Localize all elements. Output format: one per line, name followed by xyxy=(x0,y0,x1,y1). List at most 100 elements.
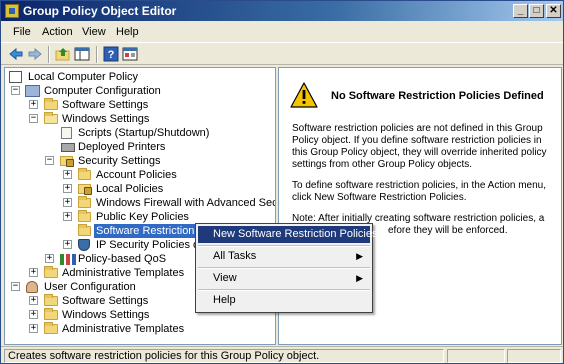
expand-toggle[interactable]: + xyxy=(29,268,38,277)
status-panel xyxy=(447,349,505,363)
maximize-button[interactable]: □ xyxy=(529,4,544,18)
tree-node-account-policies[interactable]: + Account Policies xyxy=(63,168,273,182)
folder-icon xyxy=(78,196,91,208)
tree-node-deployed-printers[interactable]: Deployed Printers xyxy=(61,140,271,154)
title-bar[interactable]: Group Policy Object Editor _ □ ✕ xyxy=(1,1,563,21)
menu-item-view[interactable]: View ▶ xyxy=(198,270,370,287)
gpo-app-icon xyxy=(5,4,19,18)
tree-node-local-policies[interactable]: + Local Policies xyxy=(63,182,273,196)
tree-node-user-administrative-templates[interactable]: + Administrative Templates xyxy=(29,322,269,336)
menu-view[interactable]: View xyxy=(82,26,106,38)
menu-item-all-tasks[interactable]: All Tasks ▶ xyxy=(198,248,370,265)
menu-item-label: Help xyxy=(213,294,236,306)
tree-label: Windows Settings xyxy=(62,309,150,321)
menu-item-new-software-restriction-policies[interactable]: New Software Restriction Policies xyxy=(198,226,377,243)
minimize-button[interactable]: _ xyxy=(513,4,528,18)
user-icon xyxy=(26,281,38,293)
menu-item-help[interactable]: Help xyxy=(198,292,370,309)
show-hide-tree-icon[interactable] xyxy=(74,46,90,62)
expand-toggle[interactable]: + xyxy=(63,212,72,221)
menu-item-label: View xyxy=(213,272,237,284)
tree-node-software-settings[interactable]: + Software Settings xyxy=(29,98,269,112)
tree-node-computer-configuration[interactable]: − Computer Configuration xyxy=(11,84,271,98)
expand-toggle[interactable]: + xyxy=(29,100,38,109)
computer-icon xyxy=(25,85,40,97)
details-paragraph: To define software restriction policies,… xyxy=(292,180,547,203)
warning-icon xyxy=(290,82,318,108)
expand-toggle[interactable]: + xyxy=(29,310,38,319)
toolbar-separator xyxy=(48,46,50,63)
tree-node-security-settings[interactable]: − Security Settings xyxy=(45,154,270,168)
menu-separator xyxy=(198,267,370,269)
open-folder-icon xyxy=(44,112,58,124)
tree-label: Policy-based QoS xyxy=(78,253,167,265)
svg-text:?: ? xyxy=(108,49,115,61)
folder-icon xyxy=(78,224,91,236)
submenu-arrow-icon: ▶ xyxy=(356,251,363,261)
expand-toggle[interactable]: + xyxy=(63,184,72,193)
expand-toggle[interactable]: + xyxy=(29,324,38,333)
expand-toggle[interactable]: + xyxy=(63,240,72,249)
menu-action[interactable]: Action xyxy=(42,26,73,38)
status-text: Creates software restriction policies fo… xyxy=(4,349,444,363)
tree-node-local-computer-policy[interactable]: Local Computer Policy xyxy=(9,70,269,84)
menu-separator xyxy=(198,289,370,291)
tree-label: Deployed Printers xyxy=(78,141,166,153)
close-button[interactable]: ✕ xyxy=(546,4,561,18)
expand-toggle[interactable]: + xyxy=(29,296,38,305)
details-heading: No Software Restriction Policies Defined xyxy=(331,90,544,102)
menu-item-label: All Tasks xyxy=(213,250,257,262)
tree-label: Software Settings xyxy=(62,295,149,307)
tree-label: Account Policies xyxy=(96,169,177,181)
menu-file[interactable]: File xyxy=(13,26,31,38)
folder-icon xyxy=(78,210,91,222)
folder-icon xyxy=(44,322,58,334)
tree-node-public-key-policies[interactable]: + Public Key Policies xyxy=(63,210,273,224)
status-panel xyxy=(507,349,561,363)
collapse-toggle[interactable]: − xyxy=(11,86,20,95)
folder-icon xyxy=(44,266,58,278)
tree-label: Local Computer Policy xyxy=(28,71,139,83)
folder-icon xyxy=(44,308,58,320)
tree-node-windows-firewall[interactable]: + Windows Firewall with Advanced Securit… xyxy=(63,196,275,210)
tree-label: Windows Settings xyxy=(62,113,150,125)
tree-label: Administrative Templates xyxy=(62,267,185,279)
expand-toggle[interactable]: + xyxy=(63,170,72,179)
properties-icon[interactable] xyxy=(122,46,138,62)
up-folder-icon[interactable] xyxy=(55,46,71,62)
collapse-toggle[interactable]: − xyxy=(11,282,20,291)
toolbar-separator xyxy=(96,46,98,63)
policy-document-icon xyxy=(9,71,22,83)
menu-help[interactable]: Help xyxy=(116,26,139,38)
collapse-toggle[interactable]: − xyxy=(45,156,54,165)
tree-node-windows-settings[interactable]: − Windows Settings xyxy=(29,112,269,126)
tree-label: Scripts (Startup/Shutdown) xyxy=(78,127,210,139)
printer-icon xyxy=(61,143,75,152)
tree-label: Computer Configuration xyxy=(44,85,161,97)
tree-label: Security Settings xyxy=(78,155,161,167)
menu-separator xyxy=(198,245,370,247)
qos-chart-icon xyxy=(60,254,76,265)
expand-toggle[interactable]: + xyxy=(45,254,54,263)
tree-label: User Configuration xyxy=(44,281,136,293)
window-title: Group Policy Object Editor xyxy=(23,4,177,18)
menu-item-label: New Software Restriction Policies xyxy=(213,228,378,240)
back-arrow-icon[interactable] xyxy=(8,46,24,62)
folder-icon xyxy=(44,294,58,306)
tree-label: Software Settings xyxy=(62,99,149,111)
folder-icon xyxy=(78,168,91,180)
expand-toggle[interactable]: + xyxy=(63,198,72,207)
status-bar: Creates software restriction policies fo… xyxy=(1,346,563,363)
folder-icon xyxy=(44,98,58,110)
tree-label: Windows Firewall with Advanced Security xyxy=(96,197,275,209)
gpo-editor-window: Group Policy Object Editor _ □ ✕ File Ac… xyxy=(0,0,564,364)
menu-bar: File Action View Help xyxy=(1,22,563,42)
submenu-arrow-icon: ▶ xyxy=(356,273,363,283)
script-document-icon xyxy=(61,127,72,139)
tree-node-scripts[interactable]: Scripts (Startup/Shutdown) xyxy=(61,126,271,140)
tree-label: Administrative Templates xyxy=(62,323,185,335)
collapse-toggle[interactable]: − xyxy=(29,114,38,123)
toolbar: ? xyxy=(1,42,563,65)
help-icon[interactable]: ? xyxy=(103,46,119,62)
forward-arrow-icon[interactable] xyxy=(27,46,43,62)
